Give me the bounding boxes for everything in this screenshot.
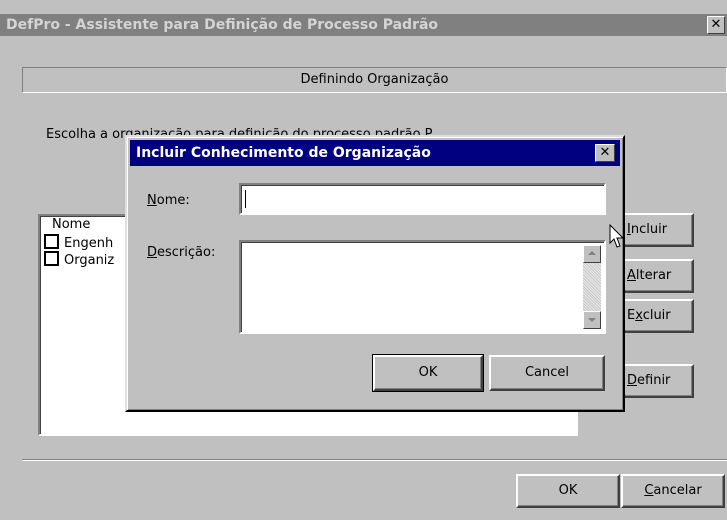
dialog-cancel-button[interactable]: Cancel bbox=[489, 355, 605, 391]
scroll-down-icon[interactable] bbox=[583, 311, 601, 329]
main-window-titlebar: DefPro - Assistente para Definição de Pr… bbox=[0, 14, 727, 36]
dialog-title: Incluir Conhecimento de Organização bbox=[136, 145, 431, 161]
dialog-close-icon[interactable]: ✕ bbox=[595, 144, 615, 162]
list-item-label: Engenh bbox=[64, 236, 114, 251]
definir-button[interactable]: Definir bbox=[620, 364, 694, 398]
incluir-dialog: Incluir Conhecimento de Organização ✕ No… bbox=[125, 135, 625, 412]
excluir-button[interactable]: Excluir bbox=[620, 299, 694, 333]
nome-label-text: ome: bbox=[156, 193, 190, 208]
bottom-separator bbox=[22, 459, 727, 461]
alterar-mnemonic: A bbox=[627, 268, 636, 283]
descricao-scrollbar[interactable] bbox=[583, 245, 601, 329]
list-item[interactable]: Engenh bbox=[44, 234, 113, 251]
list-item[interactable]: Organiz bbox=[44, 251, 114, 268]
scroll-up-icon[interactable] bbox=[583, 245, 601, 263]
alterar-post: lterar bbox=[635, 268, 672, 283]
excluir-post: cluir bbox=[642, 308, 671, 323]
step-header: Definindo Organização bbox=[22, 67, 727, 93]
dialog-titlebar: Incluir Conhecimento de Organização bbox=[130, 140, 620, 166]
main-window-title: DefPro - Assistente para Definição de Pr… bbox=[6, 17, 439, 33]
alterar-button[interactable]: Alterar bbox=[620, 259, 694, 293]
descricao-label: Descrição: bbox=[147, 245, 215, 260]
definir-mnemonic: D bbox=[627, 373, 638, 388]
ok-button[interactable]: OK bbox=[516, 474, 620, 508]
excluir-pre: E bbox=[627, 308, 636, 323]
nome-input[interactable] bbox=[239, 183, 606, 215]
main-close-icon[interactable]: ✕ bbox=[707, 16, 725, 34]
definir-post: efinir bbox=[637, 373, 671, 388]
excluir-mnemonic: x bbox=[635, 308, 643, 323]
mouse-pointer-icon bbox=[609, 224, 625, 248]
nome-mnemonic: N bbox=[147, 193, 157, 208]
checkbox-icon[interactable] bbox=[44, 234, 59, 249]
cancelar-button[interactable]: Cancelar bbox=[621, 474, 725, 508]
incluir-button[interactable]: Incluir bbox=[620, 213, 694, 247]
checkbox-icon[interactable] bbox=[44, 251, 59, 266]
text-caret bbox=[245, 190, 246, 208]
list-item-label: Organiz bbox=[64, 253, 115, 268]
dialog-ok-button[interactable]: OK bbox=[372, 354, 484, 392]
nome-label: Nome: bbox=[147, 193, 190, 208]
descricao-label-text: escrição: bbox=[157, 245, 216, 260]
descricao-textarea[interactable] bbox=[239, 240, 606, 334]
cancelar-post: ancelar bbox=[653, 483, 702, 498]
incluir-post: ncluir bbox=[630, 222, 668, 237]
descricao-mnemonic: D bbox=[147, 245, 158, 260]
step-header-text: Definindo Organização bbox=[300, 72, 449, 87]
